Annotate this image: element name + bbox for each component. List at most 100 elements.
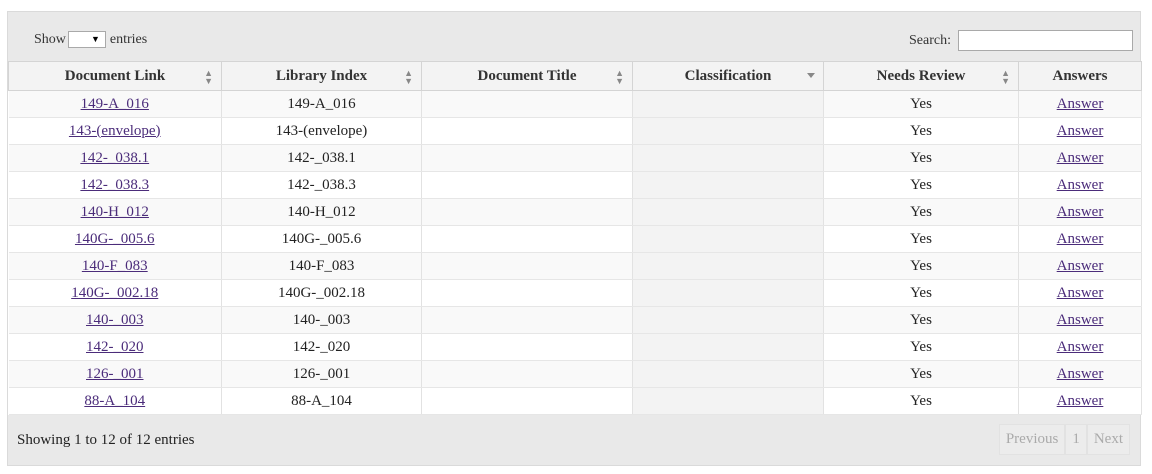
- previous-button[interactable]: Previous: [998, 424, 1066, 455]
- column-header-label: Needs Review: [876, 67, 966, 84]
- answer-link[interactable]: Answer: [1057, 285, 1104, 301]
- sort-descending-icon: [807, 73, 815, 78]
- table-body: 149-A_016 149-A_016 Yes Answer 143-(envelope…: [8, 90, 1142, 415]
- answer-link[interactable]: Answer: [1057, 393, 1104, 409]
- answer-link[interactable]: Answer: [1057, 339, 1104, 355]
- classification-cell: [632, 252, 824, 280]
- chevron-down-icon: ▼: [90, 34, 100, 44]
- column-header-answers: Answers: [1018, 61, 1142, 91]
- document-link-cell: 142-_020: [8, 333, 222, 361]
- document-link[interactable]: 140G-_002.18: [71, 285, 158, 301]
- entries-label: entries: [109, 31, 148, 47]
- classification-cell: [632, 279, 824, 307]
- document-link[interactable]: 142-_038.1: [80, 150, 149, 166]
- classification-cell: [632, 90, 824, 118]
- answer-link-cell: Answer: [1018, 360, 1142, 388]
- column-header-classification[interactable]: Classification: [632, 61, 824, 91]
- library-index-cell: 142-_038.3: [221, 171, 422, 199]
- table-row: 140G-_005.6 140G-_005.6 Yes Answer: [8, 225, 1142, 253]
- table-row: 142-_038.3 142-_038.3 Yes Answer: [8, 171, 1142, 199]
- document-link-cell: 88-A_104: [8, 387, 222, 415]
- classification-cell: [632, 333, 824, 361]
- needs-review-cell: Yes: [823, 387, 1019, 415]
- classification-cell: [632, 144, 824, 172]
- library-index-cell: 140-F_083: [221, 252, 422, 280]
- needs-review-cell: Yes: [823, 306, 1019, 334]
- document-link[interactable]: 140-F_083: [82, 258, 148, 274]
- answer-link-cell: Answer: [1018, 171, 1142, 199]
- column-header-label: Answers: [1052, 67, 1108, 84]
- library-index-cell: 142-_038.1: [221, 144, 422, 172]
- needs-review-cell: Yes: [823, 279, 1019, 307]
- answer-link-cell: Answer: [1018, 198, 1142, 226]
- needs-review-cell: Yes: [823, 360, 1019, 388]
- column-header-label: Document Link: [64, 67, 166, 84]
- document-link[interactable]: 140-_003: [86, 312, 144, 328]
- sort-icon: ▲ ▼: [1001, 68, 1010, 86]
- library-index-cell: 142-_020: [221, 333, 422, 361]
- document-title-cell: [421, 333, 633, 361]
- answer-link-cell: Answer: [1018, 306, 1142, 334]
- document-title-cell: [421, 171, 633, 199]
- answer-link[interactable]: Answer: [1057, 204, 1104, 220]
- document-link[interactable]: 142-_038.3: [80, 177, 149, 193]
- column-header-document-link[interactable]: Document Link ▲ ▼: [8, 61, 222, 91]
- documents-table: Document Link ▲ ▼ Library Index ▲ ▼ Docume…: [8, 61, 1142, 415]
- library-index-cell: 143-(envelope): [221, 117, 422, 145]
- answer-link[interactable]: Answer: [1057, 231, 1104, 247]
- sort-icon: ▲ ▼: [204, 68, 213, 86]
- document-link-cell: 142-_038.1: [8, 144, 222, 172]
- table-row: 142-_038.1 142-_038.1 Yes Answer: [8, 144, 1142, 172]
- answer-link[interactable]: Answer: [1057, 366, 1104, 382]
- classification-cell: [632, 225, 824, 253]
- table-row: 143-(envelope) 143-(envelope) Yes Answer: [8, 117, 1142, 145]
- document-link-cell: 142-_038.3: [8, 171, 222, 199]
- answer-link[interactable]: Answer: [1057, 123, 1104, 139]
- document-link[interactable]: 140-H_012: [81, 204, 149, 220]
- search-input[interactable]: [958, 30, 1133, 51]
- library-index-cell: 88-A_104: [221, 387, 422, 415]
- needs-review-cell: Yes: [823, 90, 1019, 118]
- document-link[interactable]: 88-A_104: [84, 393, 145, 409]
- document-title-cell: [421, 225, 633, 253]
- document-link-cell: 140-F_083: [8, 252, 222, 280]
- table-row: 142-_020 142-_020 Yes Answer: [8, 333, 1142, 361]
- table-row: 88-A_104 88-A_104 Yes Answer: [8, 387, 1142, 415]
- answer-link-cell: Answer: [1018, 252, 1142, 280]
- column-header-label: Library Index: [275, 67, 368, 84]
- document-title-cell: [421, 144, 633, 172]
- table-row: 126-_001 126-_001 Yes Answer: [8, 360, 1142, 388]
- document-link[interactable]: 140G-_005.6: [75, 231, 155, 247]
- answer-link[interactable]: Answer: [1057, 312, 1104, 328]
- document-link[interactable]: 149-A_016: [81, 96, 149, 112]
- entries-select[interactable]: ▼: [67, 31, 106, 48]
- answer-link[interactable]: Answer: [1057, 258, 1104, 274]
- library-index-cell: 140-_003: [221, 306, 422, 334]
- page-button-1[interactable]: 1: [1065, 424, 1087, 455]
- needs-review-cell: Yes: [823, 252, 1019, 280]
- column-header-needs-review[interactable]: Needs Review ▲ ▼: [823, 61, 1019, 91]
- answer-link[interactable]: Answer: [1057, 96, 1104, 112]
- document-link[interactable]: 142-_020: [86, 339, 144, 355]
- column-header-document-title[interactable]: Document Title ▲ ▼: [421, 61, 633, 91]
- document-title-cell: [421, 90, 633, 118]
- document-link-cell: 126-_001: [8, 360, 222, 388]
- answer-link-cell: Answer: [1018, 333, 1142, 361]
- document-title-cell: [421, 387, 633, 415]
- answer-link[interactable]: Answer: [1057, 150, 1104, 166]
- document-link[interactable]: 143-(envelope): [69, 123, 161, 139]
- pagination: Previous 1 Next: [998, 424, 1130, 455]
- document-link-cell: 140G-_002.18: [8, 279, 222, 307]
- classification-cell: [632, 198, 824, 226]
- answer-link[interactable]: Answer: [1057, 177, 1104, 193]
- column-header-library-index[interactable]: Library Index ▲ ▼: [221, 61, 422, 91]
- needs-review-cell: Yes: [823, 171, 1019, 199]
- document-link[interactable]: 126-_001: [86, 366, 144, 382]
- library-index-cell: 149-A_016: [221, 90, 422, 118]
- table-controls: Show ▼ entries Search:: [8, 12, 1140, 61]
- classification-cell: [632, 117, 824, 145]
- datatable-wrapper: Show ▼ entries Search: Document Link ▲ ▼…: [7, 11, 1142, 466]
- document-title-cell: [421, 306, 633, 334]
- answer-link-cell: Answer: [1018, 90, 1142, 118]
- next-button[interactable]: Next: [1086, 424, 1130, 455]
